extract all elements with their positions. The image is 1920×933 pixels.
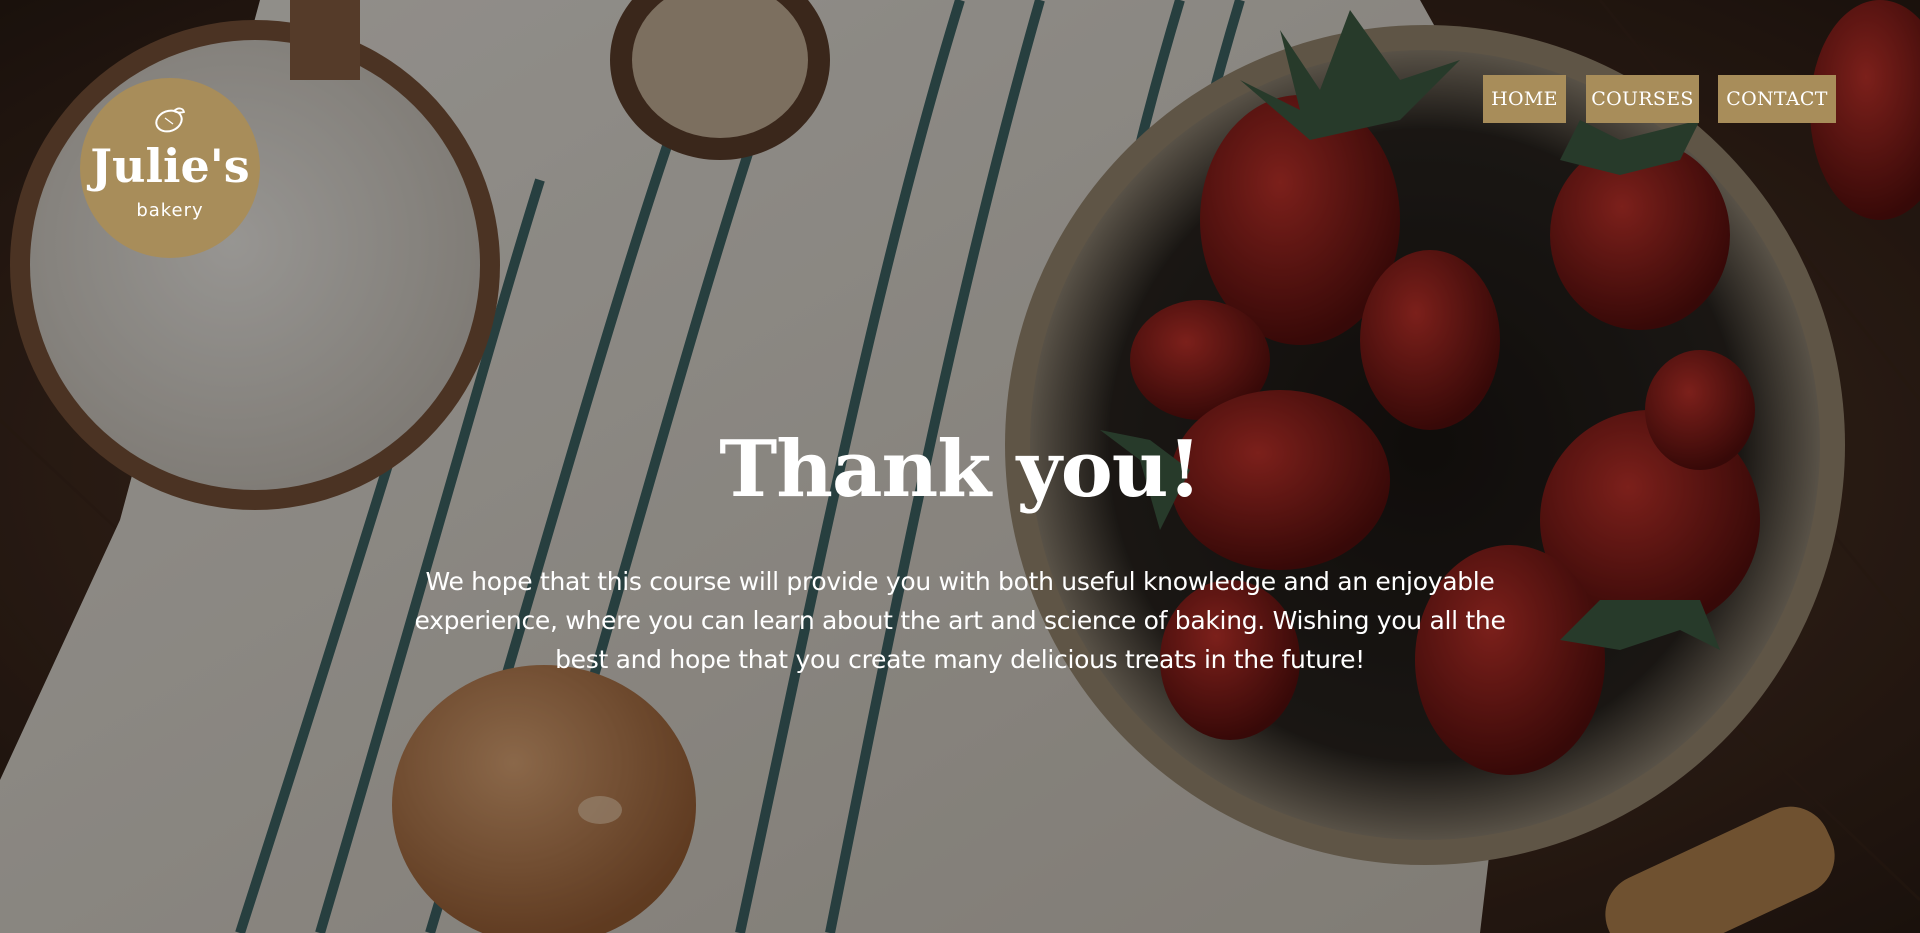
nav-courses-link[interactable]: COURSES bbox=[1586, 75, 1699, 123]
hero-title: Thank you! bbox=[719, 424, 1202, 515]
page: Julie's bakery HOME COURSES CONTACT Than… bbox=[0, 0, 1920, 933]
brand-logo[interactable]: Julie's bakery bbox=[80, 78, 260, 258]
nav-contact-link[interactable]: CONTACT bbox=[1718, 75, 1836, 123]
hero-message: We hope that this course will provide yo… bbox=[414, 567, 1506, 674]
lemon-icon bbox=[155, 107, 186, 133]
brand-subtitle: bakery bbox=[136, 200, 204, 221]
brand-name: Julie's bbox=[90, 139, 250, 193]
nav-home-link[interactable]: HOME bbox=[1483, 75, 1566, 123]
